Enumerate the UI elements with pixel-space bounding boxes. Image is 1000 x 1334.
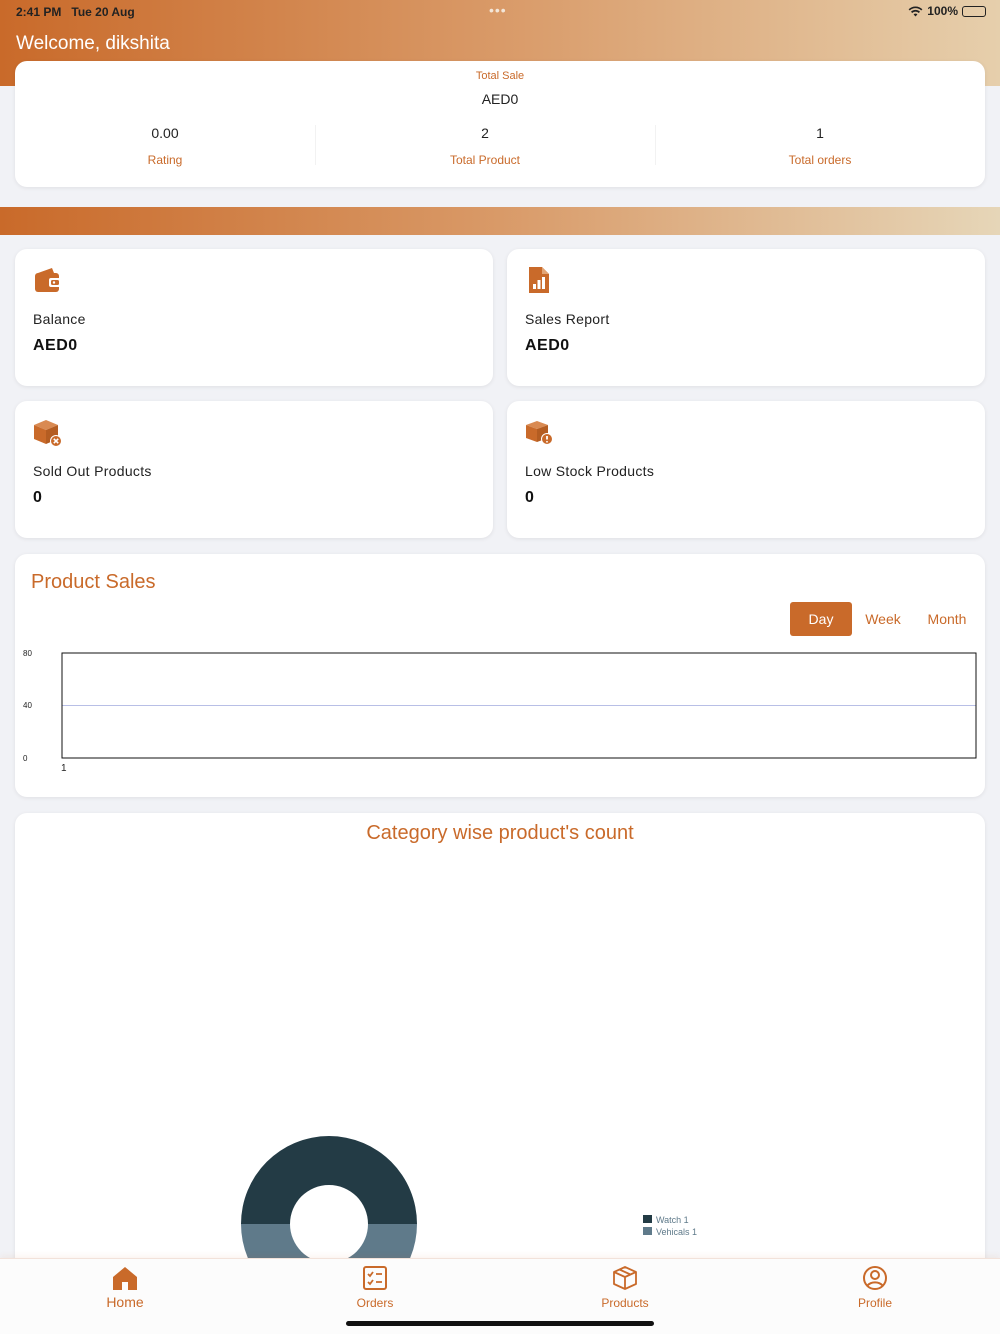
segment-week[interactable]: Week <box>856 602 910 636</box>
stat-rating: 0.00 Rating <box>15 125 315 167</box>
category-chart-title: Category wise product's count <box>366 822 634 844</box>
stat-label: Total orders <box>788 153 852 167</box>
tab-label: Home <box>106 1294 144 1310</box>
legend-label-watch: Watch 1 <box>656 1215 689 1225</box>
stat-label: Rating <box>147 153 183 167</box>
home-icon <box>113 1267 137 1290</box>
divider <box>655 125 656 165</box>
tile-value: 0 <box>33 489 43 506</box>
legend-swatch-vehicals <box>643 1227 652 1235</box>
category-donut-chart: Watch 1 Vehicals 1 <box>241 1136 697 1273</box>
box-x-icon <box>34 420 62 447</box>
status-date: Tue 20 Aug <box>71 5 135 19</box>
status-time: 2:41 PM <box>16 5 62 19</box>
wifi-icon <box>908 5 923 16</box>
tab-label: Products <box>601 1296 649 1310</box>
gradient-band <box>0 207 1000 235</box>
total-sale-value: AED0 <box>481 91 519 107</box>
tile-value: AED0 <box>33 337 78 354</box>
sold-out-products-card[interactable]: Sold Out Products 0 <box>15 401 493 538</box>
stat-value: 1 <box>816 125 824 141</box>
wallet-icon <box>35 268 61 292</box>
total-sale-label: Total Sale <box>475 70 525 82</box>
sales-report-card[interactable]: Sales Report AED0 <box>507 249 985 386</box>
balance-card[interactable]: Balance AED0 <box>15 249 493 386</box>
home-indicator[interactable] <box>346 1321 654 1326</box>
tab-label: Orders <box>356 1296 394 1310</box>
category-chart-card: Category wise product's count Watch 1 Ve… <box>15 813 985 1273</box>
report-icon <box>529 267 549 293</box>
stat-value: 2 <box>481 125 489 141</box>
status-bar: 2:41 PM Tue 20 Aug ••• 100% <box>0 0 1000 24</box>
legend-label-vehicals: Vehicals 1 <box>656 1227 697 1237</box>
tab-orders[interactable]: Orders <box>305 1265 445 1310</box>
profile-icon <box>863 1266 887 1290</box>
y-tick-label: 40 <box>23 701 32 710</box>
tile-label: Sold Out Products <box>33 463 152 479</box>
legend-swatch-watch <box>643 1215 652 1223</box>
battery-icon <box>962 5 986 17</box>
y-tick-label: 0 <box>23 754 28 763</box>
summary-card: Total Sale AED0 0.00 Rating 2 Total Prod… <box>15 61 985 187</box>
box-alert-icon <box>526 421 553 445</box>
sales-line-chart: 80 40 0 1 <box>23 649 977 774</box>
tab-profile[interactable]: Profile <box>805 1265 945 1310</box>
tile-label: Sales Report <box>525 311 610 327</box>
divider <box>315 125 316 165</box>
welcome-text: Welcome, dikshita <box>16 33 170 54</box>
tile-label: Low Stock Products <box>525 463 655 479</box>
stat-total-orders: 1 Total orders <box>670 125 970 167</box>
products-icon <box>613 1266 637 1290</box>
tile-value: AED0 <box>525 337 570 354</box>
tab-products[interactable]: Products <box>555 1265 695 1310</box>
tab-label: Profile <box>857 1296 892 1310</box>
low-stock-products-card[interactable]: Low Stock Products 0 <box>507 401 985 538</box>
segment-month[interactable]: Month <box>916 602 978 636</box>
x-tick-label: 1 <box>61 763 67 774</box>
battery-percent: 100% <box>927 4 958 18</box>
stat-value: 0.00 <box>151 125 179 141</box>
tab-home[interactable]: Home <box>55 1265 195 1310</box>
product-sales-title: Product Sales <box>31 571 156 593</box>
multitask-dots-icon[interactable]: ••• <box>489 2 507 18</box>
stat-label: Total Product <box>449 153 521 167</box>
tile-label: Balance <box>33 311 86 327</box>
tile-value: 0 <box>525 489 535 506</box>
stat-total-product: 2 Total Product <box>335 125 635 167</box>
y-tick-label: 80 <box>23 649 32 658</box>
product-sales-card: Product Sales Day Week Month 80 40 0 1 <box>15 554 985 797</box>
pie-slice-watch <box>241 1136 417 1224</box>
segment-day[interactable]: Day <box>790 602 852 636</box>
orders-icon <box>363 1266 387 1290</box>
